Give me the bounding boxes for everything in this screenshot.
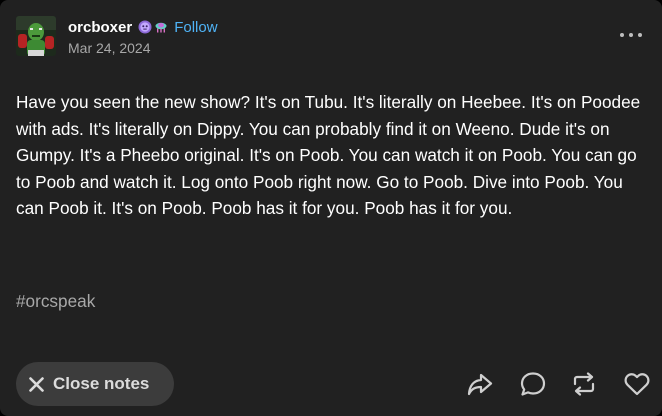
user-badges [138, 20, 168, 34]
orc-avatar-image [16, 16, 56, 56]
post-tag[interactable]: #orcspeak [16, 291, 95, 312]
post-body-text: Have you seen the new show? It's on Tubu… [16, 92, 641, 218]
post-actions [0, 369, 662, 399]
purple-ghost-badge-icon [138, 20, 152, 34]
reblog-arrows-svg [573, 372, 595, 396]
reply-icon[interactable] [518, 369, 548, 399]
share-icon[interactable] [465, 369, 495, 399]
dot [620, 33, 624, 37]
reblog-icon[interactable] [569, 369, 599, 399]
reply-bubble-svg [520, 372, 546, 396]
post-date[interactable]: Mar 24, 2024 [68, 40, 151, 56]
follow-button[interactable]: Follow [174, 19, 217, 36]
share-arrow-svg [467, 373, 493, 396]
heart-svg [624, 373, 650, 396]
heart-icon[interactable] [622, 369, 652, 399]
dot [638, 33, 642, 37]
dot [629, 33, 633, 37]
more-options-icon[interactable] [620, 28, 642, 42]
avatar[interactable] [16, 16, 56, 56]
alien-badge-icon [155, 22, 167, 33]
post-header: orcboxer Follow [68, 16, 218, 38]
post-card: orcboxer Follow Mar 24, 2024 Have you se… [0, 0, 662, 416]
username-link[interactable]: orcboxer [68, 19, 132, 36]
